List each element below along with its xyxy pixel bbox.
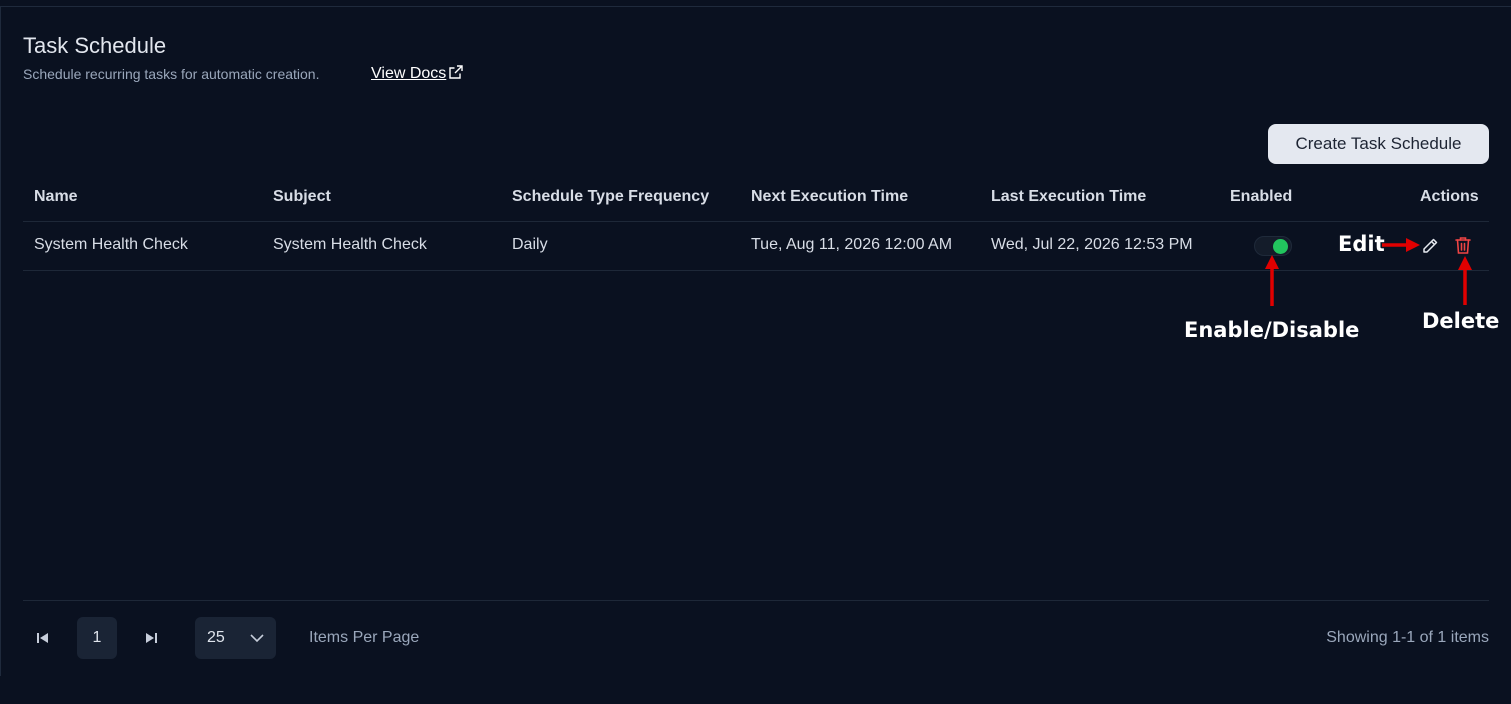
cell-name: System Health Check (34, 236, 188, 253)
cell-last-execution: Wed, Jul 22, 2026 12:53 PM (991, 236, 1193, 253)
last-page-icon (146, 633, 157, 643)
annotation-arrows (1265, 238, 1472, 306)
first-page-button[interactable] (35, 630, 51, 646)
chevron-down-icon (249, 631, 265, 650)
column-header-next-execution[interactable]: Next Execution Time (751, 188, 908, 206)
trash-icon (1455, 237, 1471, 254)
view-docs-label: View Docs (371, 65, 447, 82)
header-divider (23, 221, 1489, 222)
edit-annotation-label: Edit (1338, 232, 1385, 256)
create-task-schedule-button[interactable]: Create Task Schedule (1268, 124, 1489, 164)
external-link-icon (448, 64, 464, 85)
pencil-icon (1423, 238, 1438, 253)
column-header-subject[interactable]: Subject (273, 188, 331, 206)
row-divider (23, 270, 1489, 271)
delete-annotation-label: Delete (1422, 309, 1500, 333)
column-header-frequency[interactable]: Schedule Type Frequency (512, 188, 709, 206)
first-page-icon (37, 633, 48, 643)
showing-count: Showing 1-1 of 1 items (1326, 629, 1489, 646)
view-docs-link[interactable]: View Docs (371, 64, 464, 85)
items-per-page-label: Items Per Page (309, 629, 420, 646)
cell-next-execution: Tue, Aug 11, 2026 12:00 AM (751, 236, 953, 253)
cell-frequency: Daily (512, 236, 548, 253)
enable-disable-annotation-label: Enable/Disable (1184, 318, 1360, 342)
left-divider (0, 6, 1, 676)
page-title: Task Schedule (23, 33, 167, 58)
toggle-knob (1273, 239, 1288, 254)
last-page-button[interactable] (143, 630, 159, 646)
items-per-page-value: 25 (207, 629, 225, 646)
enabled-toggle[interactable] (1254, 236, 1292, 256)
page-subtitle: Schedule recurring tasks for automatic c… (23, 66, 320, 82)
column-header-name[interactable]: Name (34, 188, 78, 206)
column-header-enabled[interactable]: Enabled (1230, 188, 1292, 206)
task-schedule-page: Task Schedule Schedule recurring tasks f… (0, 0, 1511, 704)
column-header-actions: Actions (1420, 188, 1479, 205)
column-header-last-execution[interactable]: Last Execution Time (991, 188, 1146, 206)
top-divider (0, 6, 1511, 7)
edit-button[interactable] (1420, 236, 1440, 256)
items-per-page-select[interactable]: 25 (195, 617, 276, 659)
current-page-button[interactable]: 1 (77, 617, 117, 659)
footer-divider (23, 600, 1489, 601)
cell-subject: System Health Check (273, 236, 427, 253)
delete-button[interactable] (1453, 235, 1473, 256)
